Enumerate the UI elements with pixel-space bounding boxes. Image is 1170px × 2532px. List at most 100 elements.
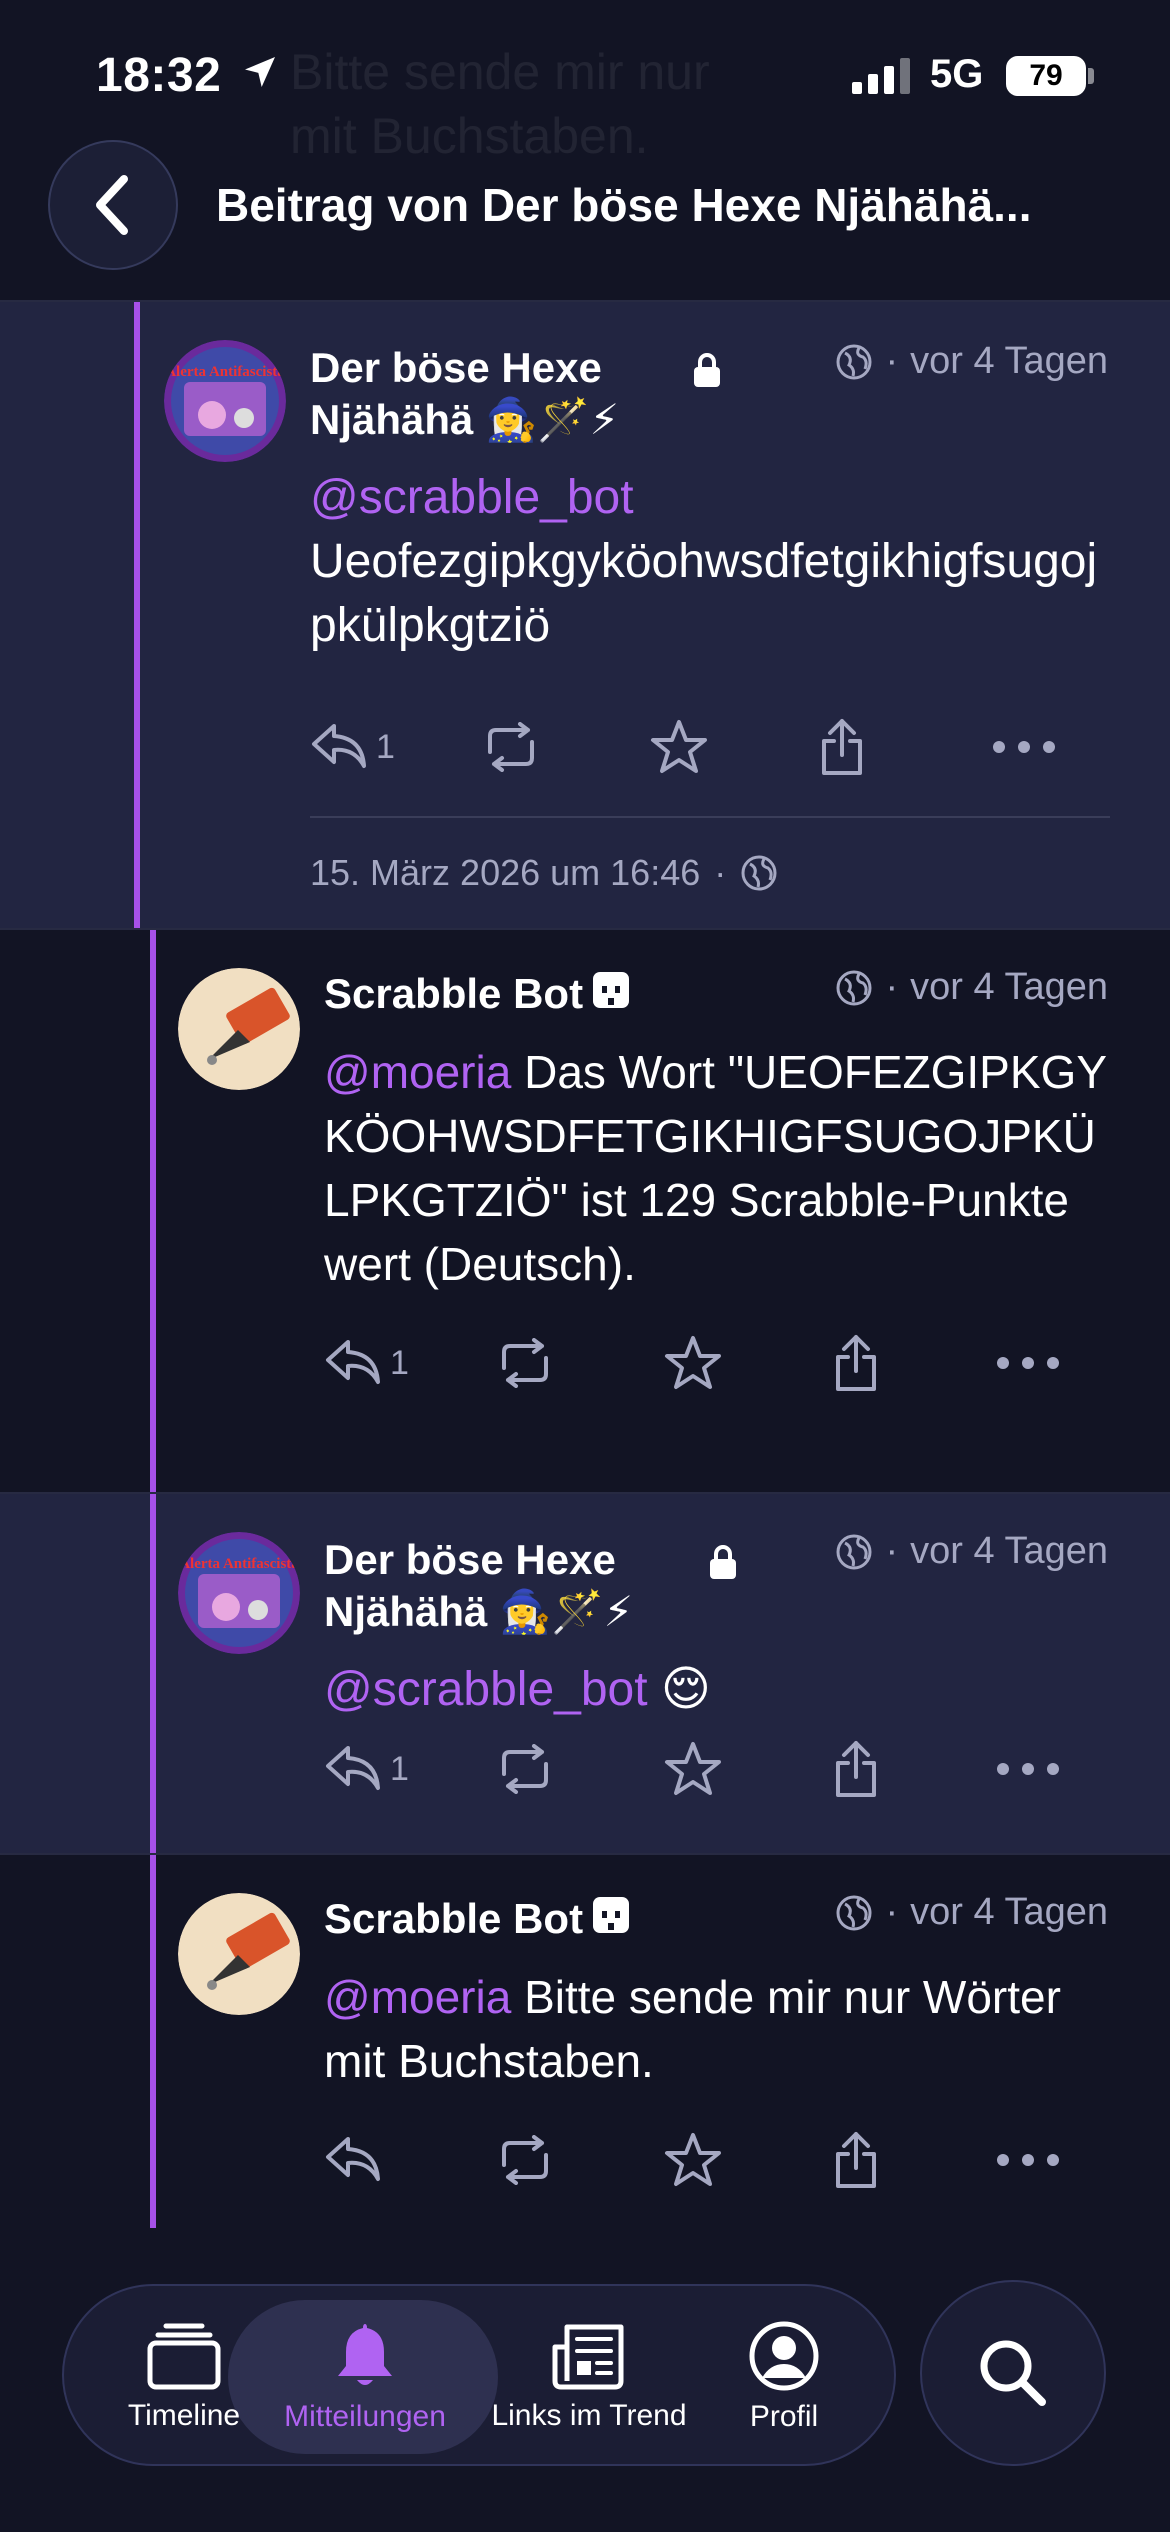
- star-icon: [665, 2133, 721, 2186]
- favourite-button[interactable]: [664, 1734, 722, 1804]
- post-text: 😌: [647, 1663, 711, 1716]
- favourite-button[interactable]: [664, 1328, 722, 1398]
- favourite-button[interactable]: [650, 712, 708, 782]
- bell-icon: [338, 2324, 392, 2385]
- repeat-icon: [502, 1744, 548, 1794]
- post-content: @scrabble_bot 😌: [324, 1658, 1134, 1722]
- tab-trending-links[interactable]: Links im Trend: [474, 2286, 704, 2468]
- boost-button[interactable]: [494, 1734, 556, 1804]
- reply-icon: [326, 1340, 380, 1384]
- display-name[interactable]: Scrabble Bot: [324, 968, 744, 1020]
- globe-icon: [836, 344, 872, 379]
- reply-icon: [326, 1746, 380, 1790]
- display-name[interactable]: Der böse Hexe Njähähä 🧙‍♀️🪄⚡: [310, 342, 730, 446]
- boost-button[interactable]: [494, 1328, 556, 1398]
- avatar-text: Alerta Antifascista: [179, 1556, 299, 1572]
- reply-icon: [312, 724, 366, 768]
- tab-label: Mitteilungen: [284, 2400, 446, 2433]
- post-time: vor 4 Tagen: [910, 1891, 1108, 1933]
- share-button[interactable]: [832, 2125, 880, 2195]
- post-meta: · vor 4 Tagen: [835, 966, 1108, 1009]
- more-button[interactable]: [992, 712, 1056, 782]
- share-icon: [836, 1741, 876, 1797]
- post-time: vor 4 Tagen: [910, 966, 1108, 1008]
- post-actions: 1: [324, 1734, 1084, 1804]
- bot-badge-icon: [593, 972, 630, 1008]
- reply-count: 1: [390, 1343, 409, 1382]
- focused-post[interactable]: Alerta Antifascista Der böse Hexe Njähäh…: [0, 300, 1170, 930]
- stack-icon: [147, 2323, 221, 2390]
- tab-profile[interactable]: Profil: [714, 2286, 854, 2468]
- display-name-text: Scrabble Bot: [324, 970, 584, 1017]
- thread-line: [150, 930, 156, 1493]
- mention-link[interactable]: @moeria: [324, 1046, 511, 1098]
- star-icon: [651, 720, 707, 773]
- reply-button[interactable]: 1: [324, 1328, 409, 1398]
- share-icon: [836, 2132, 876, 2188]
- reply-button[interactable]: [324, 2125, 382, 2195]
- search-icon: [980, 2340, 1046, 2406]
- battery-icon: 79: [1006, 56, 1086, 96]
- more-button[interactable]: [996, 1328, 1060, 1398]
- repeat-icon: [488, 722, 534, 772]
- post-meta: · vor 4 Tagen: [835, 340, 1108, 383]
- star-icon: [665, 1336, 721, 1389]
- globe-icon: [836, 970, 872, 1005]
- network-type: 5G: [930, 52, 984, 96]
- favourite-button[interactable]: [664, 2125, 722, 2195]
- avatar[interactable]: [178, 968, 300, 1090]
- nav-header: Beitrag von Der böse Hexe Njähähä...: [0, 130, 1170, 300]
- avatar[interactable]: [178, 1893, 300, 2015]
- display-name[interactable]: Scrabble Bot: [324, 1893, 744, 1945]
- share-button[interactable]: [832, 1734, 880, 1804]
- share-button[interactable]: [832, 1328, 880, 1398]
- tab-timeline[interactable]: Timeline: [114, 2286, 254, 2468]
- separator-dot: ·: [885, 340, 899, 382]
- reply-button[interactable]: 1: [310, 712, 395, 782]
- tab-notifications[interactable]: Mitteilungen: [260, 2286, 470, 2468]
- display-name[interactable]: Der böse Hexe Njähähä 🧙‍♀️🪄⚡: [324, 1534, 744, 1638]
- ellipsis-icon: [997, 1357, 1059, 1369]
- avatar[interactable]: Alerta Antifascista: [164, 340, 286, 462]
- avatar[interactable]: Alerta Antifascista: [178, 1532, 300, 1654]
- mention-link[interactable]: @moeria: [324, 1971, 511, 2023]
- repeat-icon: [502, 2135, 548, 2185]
- more-button[interactable]: [996, 1734, 1060, 1804]
- share-icon: [836, 1335, 876, 1391]
- mention-link[interactable]: @scrabble_bot: [310, 471, 634, 524]
- display-name-text: Scrabble Bot: [324, 1895, 584, 1942]
- divider: [310, 816, 1110, 818]
- status-time: 18:32: [96, 49, 222, 102]
- avatar-image: Alerta Antifascista: [178, 1532, 300, 1654]
- boost-button[interactable]: [480, 712, 542, 782]
- post-actions: [324, 2125, 1084, 2195]
- reply-count: 1: [390, 1749, 409, 1788]
- chevron-left-icon: [96, 175, 128, 235]
- battery-tip: [1088, 68, 1094, 84]
- post-date: 15. März 2026 um 16:46: [310, 852, 701, 893]
- cellular-signal-icon: [852, 58, 910, 94]
- reply-post[interactable]: Scrabble Bot · vor 4 Tagen @moeria Das W…: [0, 928, 1170, 1493]
- more-button[interactable]: [996, 2125, 1060, 2195]
- post-text: Ueofezgipkgyköohwsdfetgikhigfsugojpkülpk…: [310, 535, 1098, 652]
- post-content: @moeria Bitte sende mir nur Wörter mit B…: [324, 1965, 1084, 2093]
- tab-label: Timeline: [127, 2399, 241, 2432]
- tab-label: Profil: [749, 2400, 819, 2433]
- globe-icon: [836, 1895, 872, 1930]
- back-button[interactable]: [48, 140, 178, 270]
- reply-post[interactable]: Scrabble Bot · vor 4 Tagen @moeria Bitte…: [0, 1853, 1170, 2228]
- reply-count: 1: [376, 727, 395, 766]
- post-content: @moeria Das Wort "UEOFEZGIPKGYKÖOHWSDFET…: [324, 1040, 1114, 1296]
- reply-post[interactable]: Alerta Antifascista Der böse Hexe Njähäh…: [0, 1492, 1170, 1855]
- ellipsis-icon: [993, 741, 1055, 753]
- separator-dot: ·: [885, 966, 899, 1008]
- mention-link[interactable]: @scrabble_bot: [324, 1663, 648, 1716]
- reply-icon: [326, 2137, 380, 2181]
- avatar-text: Alerta Antifascista: [165, 364, 285, 380]
- boost-button[interactable]: [494, 2125, 556, 2195]
- share-button[interactable]: [818, 712, 866, 782]
- reply-button[interactable]: 1: [324, 1734, 409, 1804]
- tab-label: Links im Trend: [491, 2399, 687, 2432]
- search-button[interactable]: [920, 2280, 1106, 2466]
- tab-bar: Timeline Mitteilungen Links im Trend Pro…: [62, 2284, 896, 2466]
